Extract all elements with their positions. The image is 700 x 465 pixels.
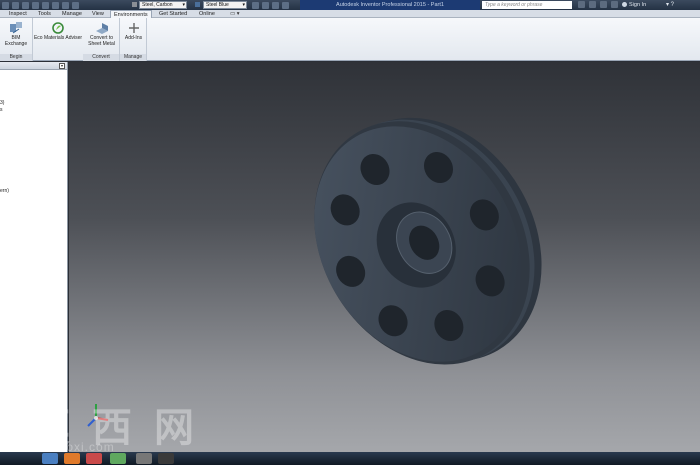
- panel-manage: Add-Ins Manage: [120, 18, 147, 61]
- undo-icon[interactable]: [42, 1, 49, 9]
- home-icon[interactable]: [62, 1, 69, 9]
- exchange-icon[interactable]: [589, 1, 596, 8]
- bim-exchange-icon: [10, 22, 22, 34]
- graphics-viewport[interactable]: [69, 62, 700, 452]
- browser-menu-icon[interactable]: ▾: [59, 63, 65, 69]
- material-value: Steel, Carbon: [142, 2, 173, 8]
- quick-access-extra: [250, 0, 289, 10]
- eco-label: Eco Materials Adviser: [33, 35, 83, 41]
- taskbar-app-icon[interactable]: [136, 453, 152, 464]
- redo-icon[interactable]: [52, 1, 59, 9]
- save-icon[interactable]: [32, 1, 39, 9]
- tab-get-started[interactable]: Get Started: [156, 10, 190, 18]
- parameters-icon[interactable]: [262, 1, 269, 9]
- tree-node[interactable]: 3): [0, 100, 4, 106]
- tree-node[interactable]: s: [0, 107, 3, 113]
- binoculars-icon[interactable]: [578, 1, 585, 8]
- open-icon[interactable]: [22, 1, 29, 9]
- panel-title-convert: Convert: [83, 54, 119, 61]
- subscription-icon[interactable]: [600, 1, 607, 8]
- quick-access-toolbar: [0, 0, 79, 10]
- window-title: Autodesk Inventor Professional 2015 - Pa…: [300, 0, 480, 10]
- return-icon[interactable]: [72, 1, 79, 9]
- user-icon: [622, 2, 627, 8]
- app-menu-icon[interactable]: [2, 1, 9, 9]
- browser-header: ▾: [0, 62, 67, 70]
- eco-materials-adviser-button[interactable]: Eco Materials Adviser: [33, 21, 83, 42]
- tree-node[interactable]: ern): [0, 188, 9, 194]
- help-icons: [578, 1, 618, 8]
- material-select[interactable]: Steel, Carbon ▾: [139, 1, 187, 9]
- new-icon[interactable]: [12, 1, 19, 9]
- taskbar-app-icon[interactable]: [110, 453, 126, 464]
- taskbar-inventor-icon[interactable]: [86, 453, 102, 464]
- panel-title-manage: Manage: [120, 54, 146, 61]
- sign-in-button[interactable]: Sign In: [622, 0, 646, 10]
- add-ins-button[interactable]: Add-Ins: [120, 21, 147, 42]
- eco-leaf-icon: [52, 22, 64, 34]
- appearance-value: Steel Blue: [206, 2, 229, 8]
- panel-eco: Eco Materials Adviser: [33, 18, 83, 61]
- clear-override-icon[interactable]: [252, 1, 259, 9]
- appearance-swatch-icon: [195, 2, 200, 7]
- sign-in-label: Sign In: [629, 2, 647, 8]
- taskbar-firefox-icon[interactable]: [64, 453, 80, 464]
- bim-exchange-button[interactable]: BIM Exchange: [1, 21, 31, 47]
- panel-convert: Convert to Sheet Metal Convert: [83, 18, 120, 61]
- material-swatch-icon: [132, 2, 137, 7]
- taskbar-app-icon[interactable]: [158, 453, 174, 464]
- ribbon-options-icon[interactable]: ▭ ▾: [227, 10, 243, 18]
- convert-sheet-metal-button[interactable]: Convert to Sheet Metal: [85, 21, 118, 47]
- ribbon: BIM Exchange Begin Eco Materials Adviser…: [0, 18, 700, 61]
- add-ins-label: Add-Ins: [124, 35, 143, 41]
- tab-online[interactable]: Online: [196, 10, 218, 18]
- plus-icon: [128, 23, 139, 33]
- title-bar: Steel, Carbon ▾ Steel Blue ▾ Autodesk In…: [0, 0, 700, 10]
- star-icon[interactable]: [611, 1, 618, 8]
- panel-title-begin: Begin: [0, 54, 32, 61]
- measure-icon[interactable]: [272, 1, 279, 9]
- appearance-select[interactable]: Steel Blue ▾: [203, 1, 247, 9]
- sheet-metal-icon: [95, 23, 108, 34]
- bim-label-line2: Exchange: [4, 40, 28, 47]
- ribbon-tabs: Inspect Tools Manage View Environments G…: [0, 10, 700, 19]
- help-search-input[interactable]: Type a keyword or phrase: [482, 1, 572, 9]
- tab-tools[interactable]: Tools: [35, 10, 54, 18]
- tab-manage[interactable]: Manage: [59, 10, 85, 18]
- pulley-model[interactable]: [69, 62, 700, 452]
- model-browser: ▾ 3) s ern): [0, 62, 68, 452]
- chevron-down-icon: ▾: [182, 2, 185, 8]
- tab-view[interactable]: View: [89, 10, 107, 18]
- panel-begin: BIM Exchange Begin: [0, 18, 33, 61]
- help-menu-icon[interactable]: ▾ ?: [666, 0, 674, 10]
- chevron-down-icon: ▾: [242, 2, 245, 8]
- taskbar: [0, 452, 700, 465]
- taskbar-app-icon[interactable]: [42, 453, 58, 464]
- convert-label-line2: Sheet Metal: [88, 40, 115, 47]
- customize-icon[interactable]: [282, 1, 289, 9]
- tab-inspect[interactable]: Inspect: [6, 10, 30, 18]
